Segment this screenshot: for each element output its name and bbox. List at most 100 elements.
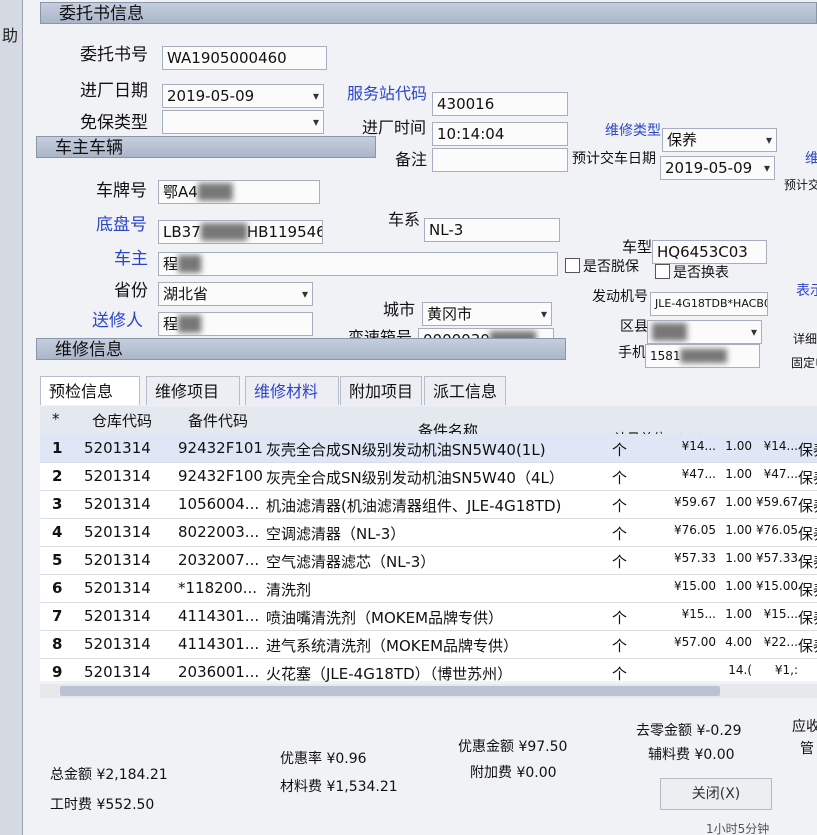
cell-code: 92432F101 [178, 439, 263, 457]
warranty-type-select[interactable] [162, 110, 324, 134]
table-row[interactable]: 65201314*118200...清洗剂¥15.001.00¥15.00保养 [40, 574, 817, 603]
table-row[interactable]: 4 5201314 8022003... 空调滤清器（NL-3） 个 ¥76.05 1.00… [40, 518, 817, 547]
delivery-date-label: 预计交车日期 [572, 151, 656, 167]
county-select[interactable]: ███ [647, 320, 762, 344]
cell-unit: 个 [612, 665, 628, 683]
cell-idx: 4 [52, 523, 63, 541]
remark-field[interactable] [432, 148, 568, 172]
cell-amount: ¥14... [763, 439, 798, 453]
table-header: * 仓库代码 备件代码 备件名称 计量单位 领料价 数量 金额 维修 [40, 406, 817, 451]
cell-qty: 1.00 [725, 607, 752, 621]
cell-qty: 1.00 [725, 579, 752, 593]
cell-idx: 5 [52, 551, 63, 569]
plate-field[interactable]: 鄂A4███ [158, 180, 320, 204]
cell-name: 喷油嘴清洗剂（MOKEM品牌专供） [266, 609, 504, 627]
material-fee: 材料费 ¥1,534.21 [280, 779, 398, 795]
cell-qty: 1.00 [725, 467, 752, 481]
close-button[interactable]: 关闭(X) [660, 778, 772, 810]
phone-label: 手机 [618, 345, 646, 361]
cell-code: 2032007... [178, 551, 260, 569]
table-row[interactable]: 5 5201314 2032007... 空气滤清器滤芯（NL-3） 个 ¥57.33 1.… [40, 546, 817, 575]
cell-name: 空调滤清器（NL-3） [266, 525, 406, 543]
series-label: 车系 [388, 210, 421, 229]
owner-field[interactable]: 程██ [158, 252, 558, 276]
bottom-hint: 1小时5分钟 [706, 822, 770, 835]
cell-qty: 1.00 [725, 523, 752, 537]
table-row[interactable]: 7 5201314 4114301... 喷油嘴清洗剂（MOKEM品牌专供） 个 ¥15.… [40, 602, 817, 631]
replaced-checkbox[interactable] [655, 264, 670, 279]
tab-dispatch[interactable]: 派工信息 [424, 376, 506, 405]
chassis-redacted: ████ [200, 223, 247, 241]
cell-idx: 7 [52, 607, 63, 625]
header-part-code[interactable]: 备件代码 [188, 410, 248, 431]
cell-wh: 5201314 [84, 523, 151, 541]
table-row[interactable]: 3 5201314 1056004... 机油滤清器(机油滤清器组件、JLE-4G18… [40, 490, 817, 519]
cell-kind: 保养 [798, 553, 817, 571]
repair-type-label: 维修类型 [605, 123, 661, 139]
cell-code: 4114301... [178, 607, 260, 625]
cell-name: 灰壳全合成SN级别发动机油SN5W40(1L) [266, 441, 546, 459]
delivery-date-select[interactable]: 2019-05-09 [660, 156, 775, 180]
cell-kind: 保养 [798, 525, 817, 543]
cell-qty: 1.00 [725, 439, 752, 453]
cell-idx: 3 [52, 495, 63, 513]
engine-field[interactable]: JLE-4G18TDB*HACB01 [650, 292, 768, 316]
order-no-field[interactable]: WA1905000460 [162, 46, 327, 70]
replaced-label: 是否换表 [673, 265, 729, 281]
table-row[interactable]: 1 5201314 92432F101 灰壳全合成SN级别发动机油SN5W40(1L)… [40, 434, 817, 463]
cell-unit: 个 [612, 497, 628, 515]
cell-wh: 5201314 [84, 663, 151, 681]
owner-value: 程 [163, 255, 179, 273]
left-sidebar-strip: 助 [0, 0, 23, 835]
header-warehouse[interactable]: 仓库代码 [92, 410, 152, 431]
cell-price: ¥47... [681, 467, 716, 481]
cell-code: 8022003... [178, 523, 260, 541]
series-field[interactable]: NL-3 [424, 218, 560, 242]
cell-price: ¥76.05 [674, 523, 716, 537]
cell-unit: 个 [612, 553, 628, 571]
model-field[interactable]: HQ6453C03 [652, 240, 767, 264]
table-row[interactable]: 9 5201314 2036001... 火花塞（JLE-4G18TD）（博世苏州） 个… [40, 658, 817, 687]
aux-fee: 辅料费 ¥0.00 [648, 747, 735, 763]
total-amount: 总金额 ¥2,184.21 [50, 767, 168, 783]
materials-table: * 仓库代码 备件代码 备件名称 计量单位 领料价 数量 金额 维修 1 5201… [40, 406, 817, 687]
cell-name: 灰壳全合成SN级别发动机油SN5W40（4L） [266, 469, 564, 487]
entry-date-field[interactable]: 2019-05-09 [162, 84, 324, 108]
entry-time-field[interactable]: 10:14:04 [432, 122, 568, 146]
plate-label: 车牌号 [96, 181, 147, 201]
warranty-type-label: 免保类型 [80, 113, 148, 133]
repair-type-select[interactable]: 保养 [662, 128, 777, 152]
cell-code: 92432F100 [178, 467, 263, 485]
section-header-repair: 维修信息 [36, 338, 566, 360]
table-row[interactable]: 2 5201314 92432F100 灰壳全合成SN级别发动机油SN5W40（4L）… [40, 462, 817, 491]
cell-wh: 5201314 [84, 607, 151, 625]
chassis-tail: HB119546 [246, 223, 323, 241]
cell-idx: 1 [52, 439, 63, 457]
cell-amount: ¥22... [763, 635, 798, 649]
cell-amount: ¥59.67 [756, 495, 798, 509]
city-select[interactable]: 黄冈市 [422, 302, 552, 326]
order-no-label: 委托书号 [80, 45, 148, 65]
station-code-field[interactable]: 430016 [432, 92, 568, 116]
engine-label: 发动机号 [592, 289, 648, 305]
insured-checkbox[interactable] [565, 258, 580, 273]
sender-field[interactable]: 程██ [158, 312, 313, 336]
horizontal-scrollbar-thumb[interactable] [60, 686, 720, 696]
phone-field[interactable]: 1581█████ [645, 344, 760, 368]
tab-repair-items[interactable]: 维修项目 [146, 376, 240, 405]
insured-label: 是否脱保 [583, 259, 639, 275]
cell-wh: 5201314 [84, 467, 151, 485]
tab-extra-items[interactable]: 附加项目 [340, 376, 422, 405]
table-row[interactable]: 8 5201314 4114301... 进气系统清洗剂（MOKEM品牌专供） 个 ¥57… [40, 630, 817, 659]
cell-wh: 5201314 [84, 439, 151, 457]
cell-qty: 4.00 [725, 635, 752, 649]
tab-repair-materials[interactable]: 维修材料 [245, 376, 339, 405]
discount-amount: 优惠金额 ¥97.50 [458, 739, 568, 755]
cell-code: *118200... [178, 579, 258, 597]
extra-fee: 附加费 ¥0.00 [470, 765, 557, 781]
chassis-field[interactable]: LB37████HB119546 [158, 220, 323, 244]
phone-redacted: █████ [680, 349, 727, 363]
remark-label: 备注 [395, 150, 428, 169]
tab-precheck[interactable]: 预检信息 [40, 376, 140, 405]
province-select[interactable]: 湖北省 [158, 282, 313, 306]
